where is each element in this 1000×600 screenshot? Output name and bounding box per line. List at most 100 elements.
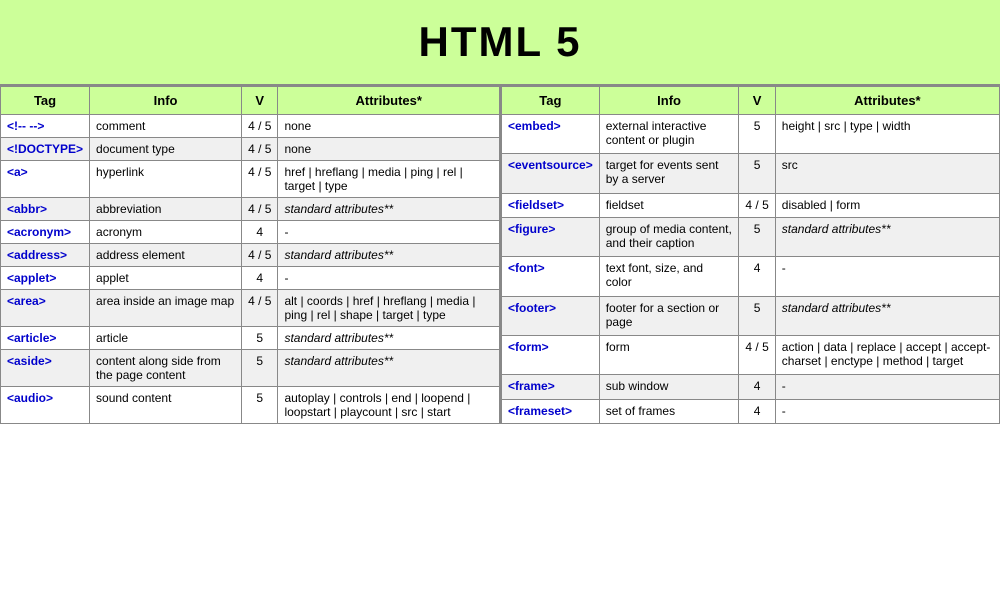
attr-cell: - xyxy=(278,221,500,244)
tables-container: Tag Info V Attributes* <!-- -->comment4 … xyxy=(0,86,1000,424)
tag-cell: <a> xyxy=(1,161,90,198)
left-table: Tag Info V Attributes* <!-- -->comment4 … xyxy=(0,86,500,424)
info-cell: applet xyxy=(90,267,242,290)
table-row: <applet>applet4- xyxy=(1,267,500,290)
left-col-v: V xyxy=(242,87,278,115)
tag-cell: <!-- --> xyxy=(1,115,90,138)
page-header: HTML 5 xyxy=(0,0,1000,86)
version-cell: 5 xyxy=(739,115,775,154)
tag-cell: <aside> xyxy=(1,350,90,387)
attr-cell: src xyxy=(775,154,999,193)
attr-cell: standard attributes** xyxy=(775,296,999,335)
version-cell: 4 / 5 xyxy=(739,335,775,374)
info-cell: acronym xyxy=(90,221,242,244)
info-cell: abbreviation xyxy=(90,198,242,221)
table-row: <aside>content along side from the page … xyxy=(1,350,500,387)
version-cell: 4 / 5 xyxy=(242,161,278,198)
table-row: <font>text font, size, and color4- xyxy=(501,257,1000,296)
left-col-attrs: Attributes* xyxy=(278,87,500,115)
table-row: <area>area inside an image map4 / 5alt |… xyxy=(1,290,500,327)
table-row: <form>form4 / 5action | data | replace |… xyxy=(501,335,1000,374)
version-cell: 5 xyxy=(242,387,278,424)
table-row: <address>address element4 / 5standard at… xyxy=(1,244,500,267)
version-cell: 5 xyxy=(242,350,278,387)
attr-cell: - xyxy=(775,257,999,296)
attr-cell: action | data | replace | accept | accep… xyxy=(775,335,999,374)
info-cell: address element xyxy=(90,244,242,267)
table-row: <footer>footer for a section or page5sta… xyxy=(501,296,1000,335)
attr-cell: - xyxy=(278,267,500,290)
version-cell: 5 xyxy=(739,217,775,256)
version-cell: 4 xyxy=(739,257,775,296)
info-cell: document type xyxy=(90,138,242,161)
table-row: <fieldset>fieldset4 / 5disabled | form xyxy=(501,193,1000,217)
version-cell: 4 xyxy=(242,221,278,244)
page-title: HTML 5 xyxy=(0,18,1000,66)
info-cell: form xyxy=(599,335,739,374)
info-cell: footer for a section or page xyxy=(599,296,739,335)
table-row: <a>hyperlink4 / 5href | hreflang | media… xyxy=(1,161,500,198)
tag-cell: <applet> xyxy=(1,267,90,290)
tag-cell: <acronym> xyxy=(1,221,90,244)
table-row: <!-- -->comment4 / 5none xyxy=(1,115,500,138)
version-cell: 4 xyxy=(739,375,775,399)
version-cell: 4 / 5 xyxy=(242,138,278,161)
info-cell: hyperlink xyxy=(90,161,242,198)
right-col-info: Info xyxy=(599,87,739,115)
right-col-v: V xyxy=(739,87,775,115)
table-row: <frameset>set of frames4- xyxy=(501,399,1000,423)
version-cell: 4 / 5 xyxy=(242,198,278,221)
table-row: <!DOCTYPE>document type4 / 5none xyxy=(1,138,500,161)
attr-cell: none xyxy=(278,138,500,161)
tag-cell: <figure> xyxy=(501,217,599,256)
version-cell: 4 / 5 xyxy=(242,290,278,327)
left-col-tag: Tag xyxy=(1,87,90,115)
attr-cell: standard attributes** xyxy=(278,198,500,221)
attr-cell: height | src | type | width xyxy=(775,115,999,154)
attr-cell: standard attributes** xyxy=(775,217,999,256)
table-row: <article>article5standard attributes** xyxy=(1,327,500,350)
attr-cell: - xyxy=(775,399,999,423)
tag-cell: <footer> xyxy=(501,296,599,335)
tag-cell: <!DOCTYPE> xyxy=(1,138,90,161)
left-col-info: Info xyxy=(90,87,242,115)
version-cell: 4 / 5 xyxy=(739,193,775,217)
tag-cell: <form> xyxy=(501,335,599,374)
right-table: Tag Info V Attributes* <embed>external i… xyxy=(500,86,1000,424)
tag-cell: <frame> xyxy=(501,375,599,399)
attr-cell: standard attributes** xyxy=(278,327,500,350)
attr-cell: disabled | form xyxy=(775,193,999,217)
version-cell: 4 xyxy=(739,399,775,423)
attr-cell: standard attributes** xyxy=(278,350,500,387)
table-row: <figure>group of media content, and thei… xyxy=(501,217,1000,256)
version-cell: 5 xyxy=(739,296,775,335)
version-cell: 5 xyxy=(739,154,775,193)
info-cell: content along side from the page content xyxy=(90,350,242,387)
info-cell: text font, size, and color xyxy=(599,257,739,296)
attr-cell: none xyxy=(278,115,500,138)
tag-cell: <article> xyxy=(1,327,90,350)
attr-cell: href | hreflang | media | ping | rel | t… xyxy=(278,161,500,198)
info-cell: article xyxy=(90,327,242,350)
tag-cell: <abbr> xyxy=(1,198,90,221)
right-col-tag: Tag xyxy=(501,87,599,115)
version-cell: 4 / 5 xyxy=(242,244,278,267)
info-cell: area inside an image map xyxy=(90,290,242,327)
table-row: <frame>sub window4- xyxy=(501,375,1000,399)
tag-cell: <frameset> xyxy=(501,399,599,423)
tag-cell: <eventsource> xyxy=(501,154,599,193)
right-col-attrs: Attributes* xyxy=(775,87,999,115)
table-row: <eventsource>target for events sent by a… xyxy=(501,154,1000,193)
attr-cell: - xyxy=(775,375,999,399)
info-cell: set of frames xyxy=(599,399,739,423)
tag-cell: <area> xyxy=(1,290,90,327)
table-row: <audio>sound content5autoplay | controls… xyxy=(1,387,500,424)
info-cell: sound content xyxy=(90,387,242,424)
attr-cell: standard attributes** xyxy=(278,244,500,267)
table-row: <acronym>acronym4- xyxy=(1,221,500,244)
info-cell: group of media content, and their captio… xyxy=(599,217,739,256)
info-cell: fieldset xyxy=(599,193,739,217)
info-cell: target for events sent by a server xyxy=(599,154,739,193)
tag-cell: <address> xyxy=(1,244,90,267)
info-cell: comment xyxy=(90,115,242,138)
